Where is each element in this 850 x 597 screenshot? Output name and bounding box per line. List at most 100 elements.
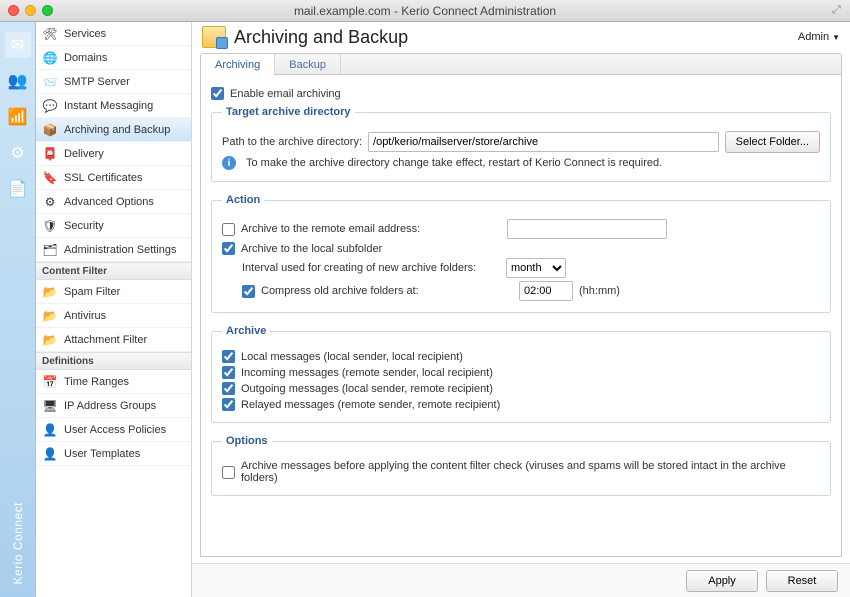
page-title: Archiving and Backup (234, 27, 408, 48)
info-icon: i (222, 156, 236, 170)
nav-defs-2[interactable]: 👤User Access Policies (36, 418, 191, 442)
archive-legend: Archive (222, 325, 270, 337)
nav-config-9[interactable]: 🗂Administration Settings (36, 238, 191, 262)
brand-label: Kerio Connect (11, 502, 25, 585)
main-area: Archiving and Backup Admin ▼ ArchivingBa… (192, 22, 850, 597)
advanced-icon: ⚙ (42, 194, 58, 210)
target-legend: Target archive directory (222, 106, 355, 118)
remote-archive-label: Archive to the remote email address: (241, 223, 501, 235)
nav-label: Delivery (64, 148, 104, 160)
nav-filter-2[interactable]: 📂 Attachment Filter (36, 328, 191, 352)
enable-archiving-checkbox[interactable]: Enable email archiving (211, 87, 831, 100)
nav-config-3[interactable]: 💬 Instant Messaging (36, 94, 191, 118)
before-filter-label: Archive messages before applying the con… (241, 460, 820, 484)
nav-defs-0[interactable]: 📅Time Ranges (36, 370, 191, 394)
window-title: mail.example.com - Kerio Connect Adminis… (0, 4, 850, 18)
archive-item-label-0: Local messages (local sender, local reci… (241, 351, 463, 363)
compress-time-input[interactable] (519, 281, 573, 301)
remote-email-input[interactable] (507, 219, 667, 239)
nav-label: Security (64, 220, 104, 232)
nav-label: Instant Messaging (64, 100, 153, 112)
nav-config-2[interactable]: 📨SMTP Server (36, 70, 191, 94)
nav-label: Antivirus (64, 310, 106, 322)
tab-backup[interactable]: Backup (275, 54, 341, 76)
expand-icon[interactable]: ⤢ (832, 4, 844, 16)
nav-config-5[interactable]: 📮Delivery (36, 142, 191, 166)
ip-icon: 🖥 (42, 398, 58, 414)
nav-label: Administration Settings (64, 244, 177, 256)
admin-menu[interactable]: Admin ▼ (798, 31, 840, 43)
nav-config-1[interactable]: 🌐 Domains (36, 46, 191, 70)
nav-defs-3[interactable]: 👤 User Templates (36, 442, 191, 466)
reset-button[interactable]: Reset (766, 570, 838, 592)
archive-item-2[interactable]: Outgoing messages (local sender, remote … (222, 382, 820, 395)
nav-filter-1[interactable]: 📂 Antivirus (36, 304, 191, 328)
select-folder-button[interactable]: Select Folder... (725, 131, 820, 153)
enable-archiving-label: Enable email archiving (230, 88, 341, 100)
titlebar: mail.example.com - Kerio Connect Adminis… (0, 0, 850, 22)
attach-icon: 📂 (42, 332, 58, 348)
archive-item-checkbox-0[interactable] (222, 350, 235, 363)
nav-label: Spam Filter (64, 286, 120, 298)
chat-icon: 💬 (42, 98, 58, 114)
cert-icon: 🔖 (42, 170, 58, 186)
template-icon: 👤 (42, 446, 58, 462)
nav-config-7[interactable]: ⚙ Advanced Options (36, 190, 191, 214)
nav-panel: 🛠 Services 🌐 Domains 📨SMTP Server 💬 Instant Me… (36, 22, 192, 597)
nav-config-6[interactable]: 🔖SSL Certificates (36, 166, 191, 190)
caret-down-icon: ▼ (832, 33, 840, 42)
services-icon: 🛠 (42, 26, 58, 42)
remote-archive-checkbox[interactable] (222, 223, 235, 236)
nav-label: User Templates (64, 448, 140, 460)
local-archive-label: Archive to the local subfolder (241, 243, 382, 255)
archive-item-label-3: Relayed messages (remote sender, remote … (241, 399, 500, 411)
archive-backup-icon (202, 26, 226, 48)
settings-icon[interactable]: ⚙ (5, 140, 31, 166)
nav-label: Domains (64, 52, 107, 64)
footer: Apply Reset (192, 563, 850, 597)
options-legend: Options (222, 435, 272, 447)
left-iconbar: ✉ 👥 📶 ⚙ 📄 Kerio Connect (0, 22, 36, 597)
archive-item-label-1: Incoming messages (remote sender, local … (241, 367, 493, 379)
compress-checkbox[interactable] (242, 285, 255, 298)
apply-button[interactable]: Apply (686, 570, 758, 592)
archive-item-checkbox-1[interactable] (222, 366, 235, 379)
smtp-icon: 📨 (42, 74, 58, 90)
nav-config-0[interactable]: 🛠 Services (36, 22, 191, 46)
action-fieldset: Action Archive to the remote email addre… (211, 194, 831, 313)
archive-item-1[interactable]: Incoming messages (remote sender, local … (222, 366, 820, 379)
stats-icon[interactable]: 📶 (5, 104, 31, 130)
nav-defs-1[interactable]: 🖥 IP Address Groups (36, 394, 191, 418)
nav-label: IP Address Groups (64, 400, 156, 412)
nav-label: Services (64, 28, 106, 40)
archive-icon: 📦 (42, 122, 58, 138)
nav-label: User Access Policies (64, 424, 166, 436)
antivirus-icon: 📂 (42, 308, 58, 324)
nav-label: Attachment Filter (64, 334, 147, 346)
nav-label: Time Ranges (64, 376, 129, 388)
globe-icon: 🌐 (42, 50, 58, 66)
enable-archiving-input[interactable] (211, 87, 224, 100)
nav-config-8[interactable]: 🛡Security (36, 214, 191, 238)
time-hint: (hh:mm) (579, 285, 620, 297)
tabstrip: ArchivingBackup (200, 53, 842, 75)
archive-item-3[interactable]: Relayed messages (remote sender, remote … (222, 398, 820, 411)
target-fieldset: Target archive directory Path to the arc… (211, 106, 831, 182)
users-icon[interactable]: 👥 (5, 68, 31, 94)
local-archive-checkbox[interactable] (222, 242, 235, 255)
archive-item-checkbox-3[interactable] (222, 398, 235, 411)
options-fieldset: Options Archive messages before applying… (211, 435, 831, 496)
before-filter-checkbox[interactable] (222, 466, 235, 479)
logs-icon[interactable]: 📄 (5, 176, 31, 202)
tab-archiving[interactable]: Archiving (201, 54, 275, 76)
archive-item-0[interactable]: Local messages (local sender, local reci… (222, 350, 820, 363)
path-input[interactable] (368, 132, 719, 152)
action-legend: Action (222, 194, 264, 206)
interval-select[interactable]: month (506, 258, 566, 278)
nav-config-4[interactable]: 📦Archiving and Backup (36, 118, 191, 142)
archive-item-checkbox-2[interactable] (222, 382, 235, 395)
nav-label: Advanced Options (64, 196, 154, 208)
path-label: Path to the archive directory: (222, 136, 362, 148)
mail-icon[interactable]: ✉ (5, 32, 31, 58)
nav-filter-0[interactable]: 📂Spam Filter (36, 280, 191, 304)
